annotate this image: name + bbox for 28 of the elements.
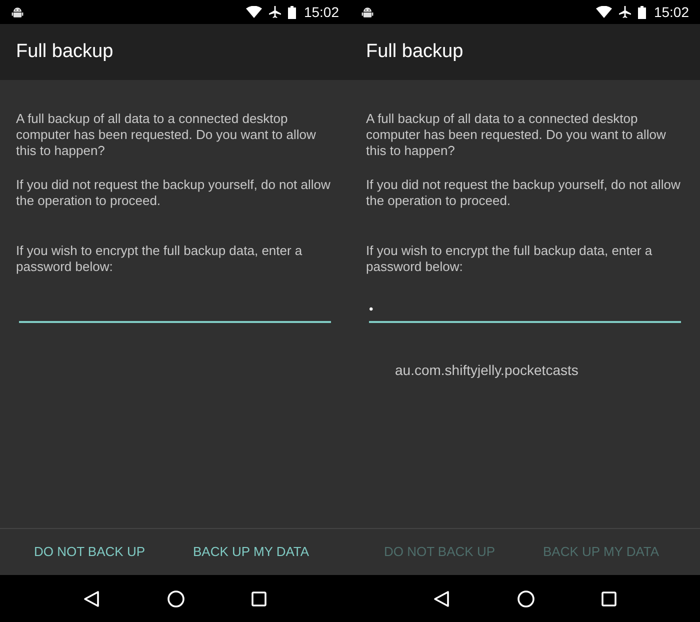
battery-icon [288,6,296,18]
dialog-message: If you wish to encrypt the full backup data, enter a password below: [366,243,654,275]
dialog-message: If you did not request the backup yourself, do not allow the operation to proceed. [366,177,682,209]
dialog-message: A full backup of all data to a connected desktop computer has been requested. Do you want to allow this to happen? [366,111,667,159]
airplane-icon [268,5,282,19]
dialog-title: Full backup [16,40,114,64]
android-icon [11,6,24,18]
package-name: au.com.shiftyjelly.pocketcasts [395,361,580,380]
clock-time: 15:02 [304,2,339,22]
dialog-title: Full backup [366,40,464,64]
dialog-button[interactable]: DO NOT BACK UP [34,542,146,562]
back-icon[interactable] [433,590,451,608]
android-icon [361,6,374,18]
recents-icon[interactable] [601,590,617,606]
airplane-icon [618,5,632,19]
dialog-message: A full backup of all data to a connected desktop computer has been requested. Do you want to allow this to happen? [16,111,317,159]
back-icon[interactable] [83,590,101,608]
wifi-icon [596,6,612,18]
recents-icon[interactable] [251,590,267,606]
wifi-icon [246,6,262,18]
dialog-message: If you did not request the backup yourself, do not allow the operation to proceed. [16,177,332,209]
battery-icon [638,6,646,18]
dialog-button[interactable]: BACK UP MY DATA [193,542,310,562]
home-icon[interactable] [517,590,535,608]
dialog-message: If you wish to encrypt the full backup data, enter a password below: [16,243,304,275]
password-field[interactable]: • [369,299,681,323]
home-icon[interactable] [167,590,185,608]
clock-time: 15:02 [654,2,689,22]
